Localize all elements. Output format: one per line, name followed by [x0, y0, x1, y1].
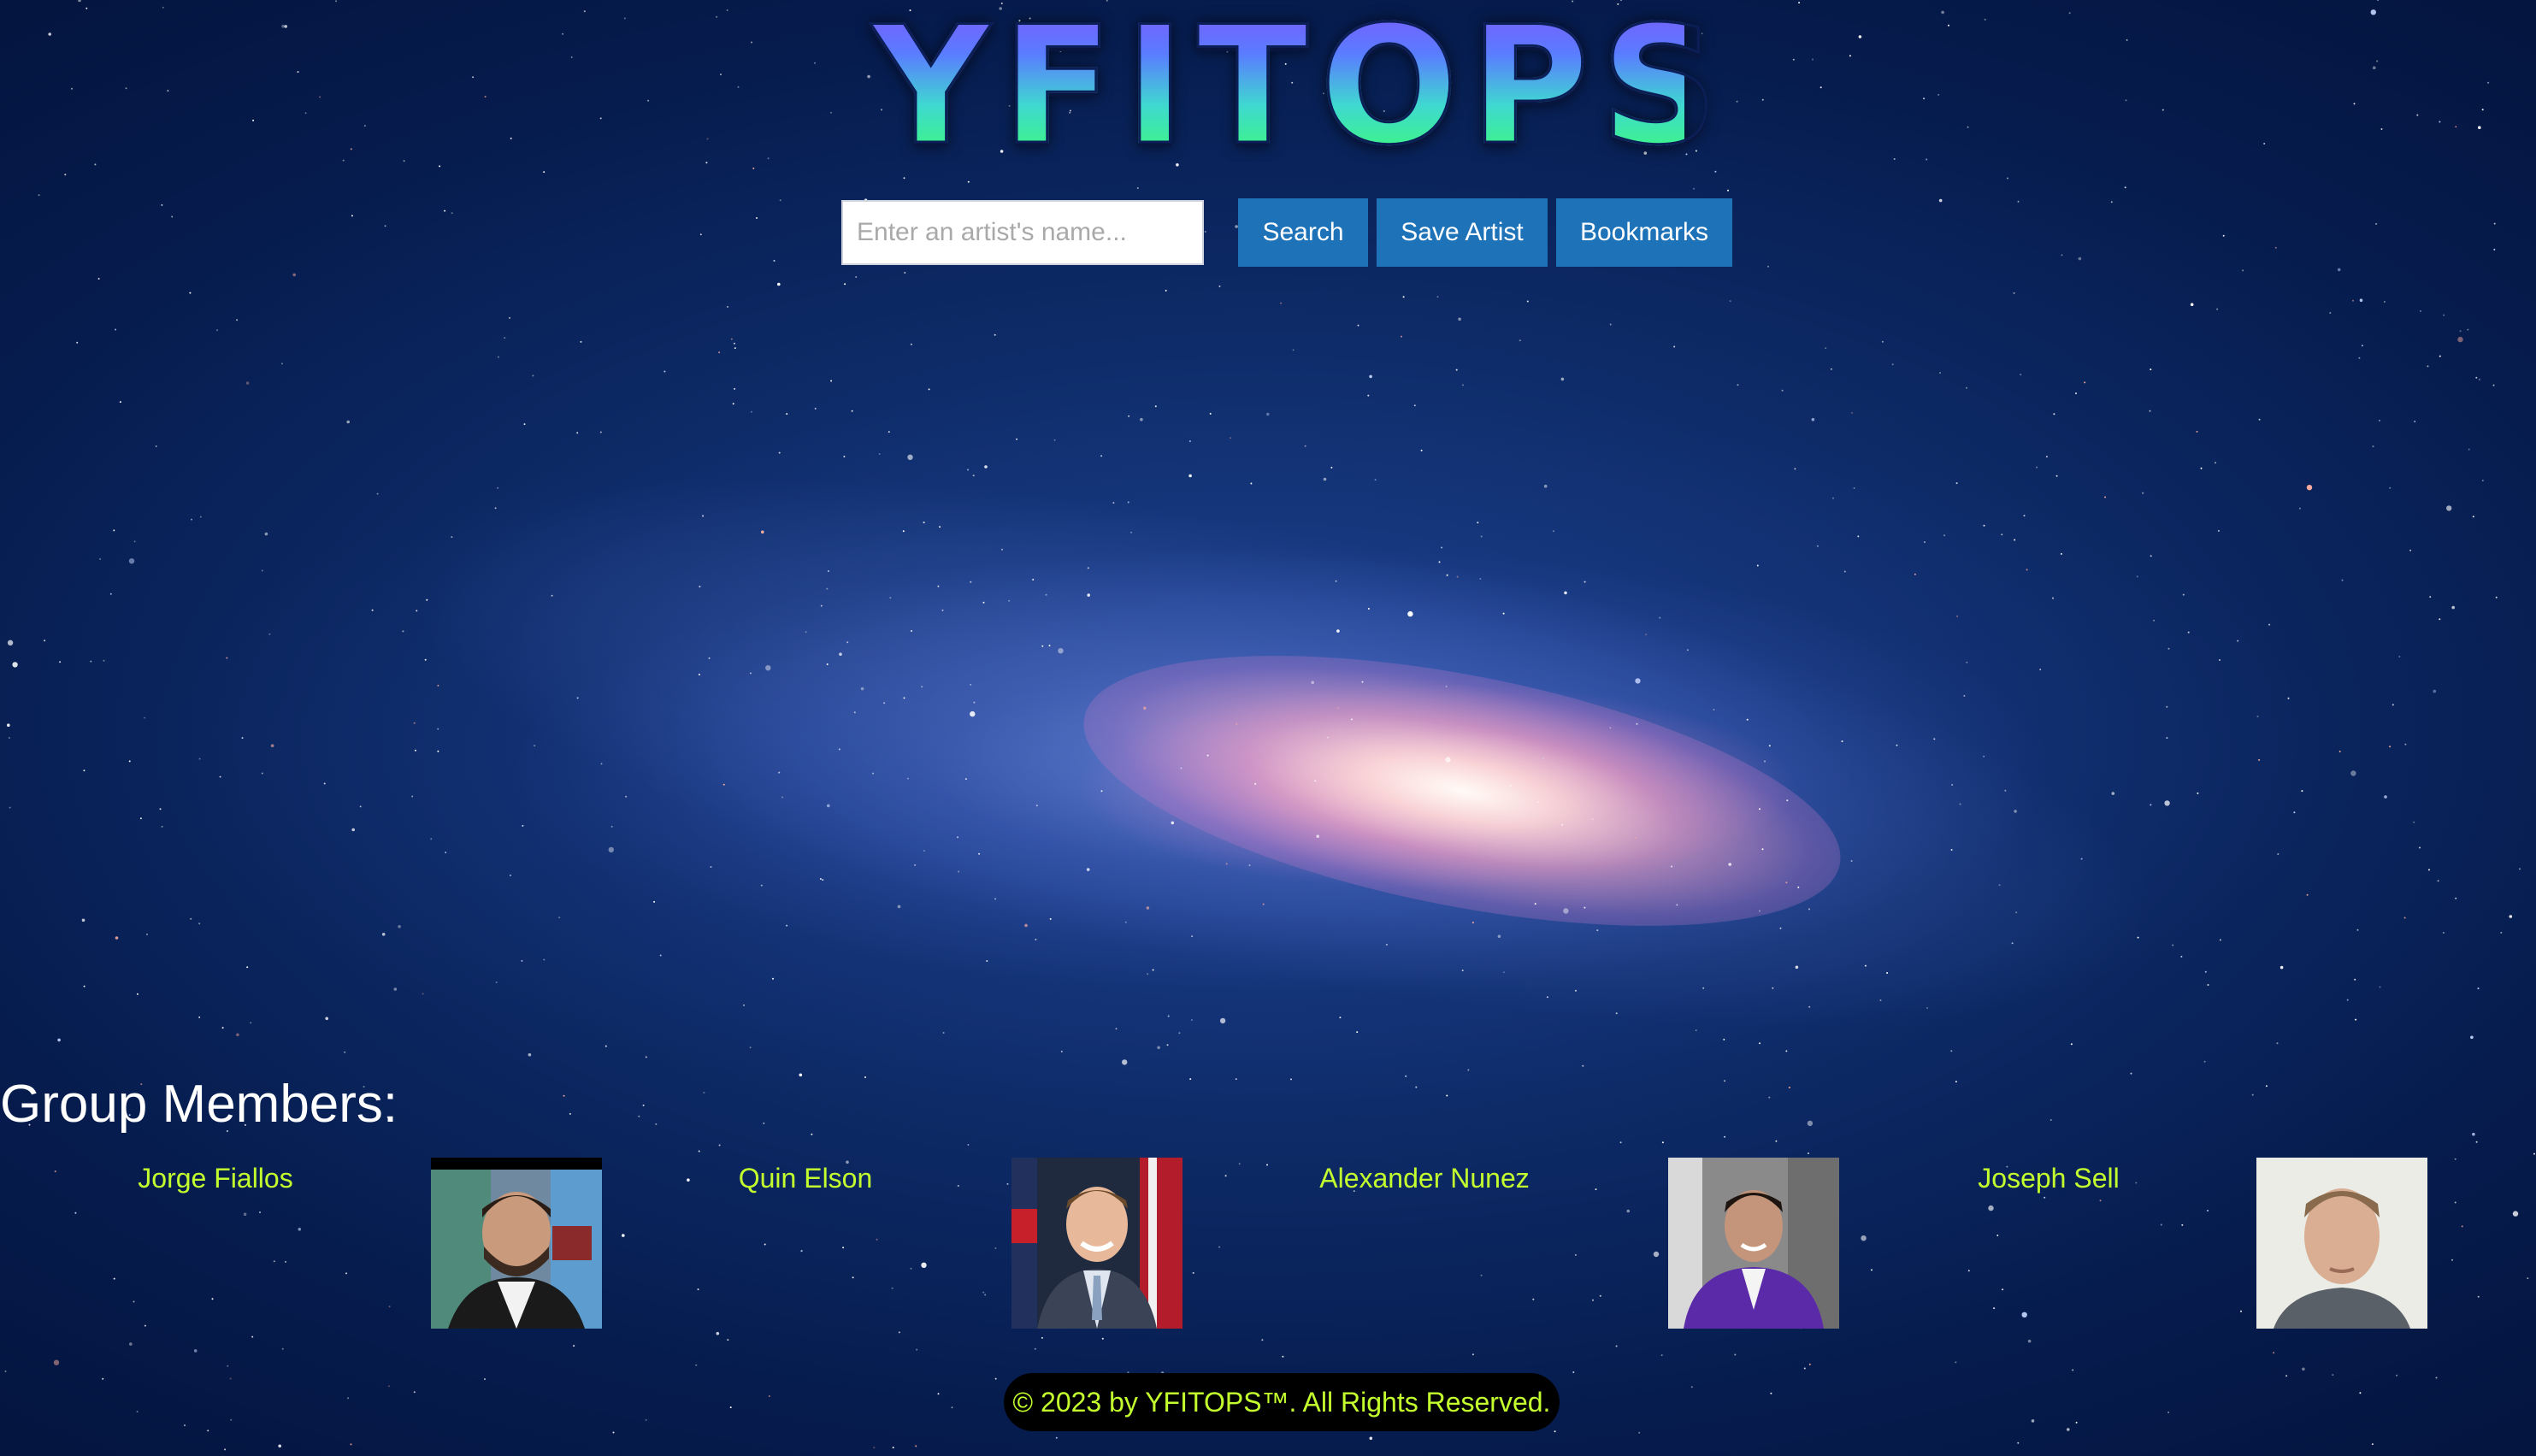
member-name-jorge-fiallos: Jorge Fiallos	[138, 1163, 293, 1194]
member-name-quin-elson: Quin Elson	[738, 1163, 873, 1194]
footer-copyright: © 2023 by YFITOPS™. All Rights Reserved.	[1004, 1373, 1560, 1431]
member-name-joseph-sell: Joseph Sell	[1978, 1163, 2120, 1194]
member-photo-jorge-fiallos	[431, 1158, 602, 1329]
artist-search-input[interactable]	[841, 200, 1204, 265]
member-photo-alexander-nunez	[1668, 1158, 1839, 1329]
member-photo-quin-elson	[1011, 1158, 1182, 1329]
galaxy-background-band	[358, 363, 2207, 1142]
member-photo-joseph-sell	[2256, 1158, 2427, 1329]
search-bar: Search Save Artist Bookmarks	[841, 198, 1732, 267]
site-logo: YFITOPS	[871, 0, 1731, 180]
galaxy-background-core	[1062, 604, 1862, 978]
search-button[interactable]: Search	[1238, 198, 1368, 267]
member-name-alexander-nunez: Alexander Nunez	[1319, 1163, 1530, 1194]
bookmarks-button[interactable]: Bookmarks	[1556, 198, 1732, 267]
group-members-heading: Group Members:	[0, 1075, 398, 1134]
save-artist-button[interactable]: Save Artist	[1377, 198, 1548, 267]
